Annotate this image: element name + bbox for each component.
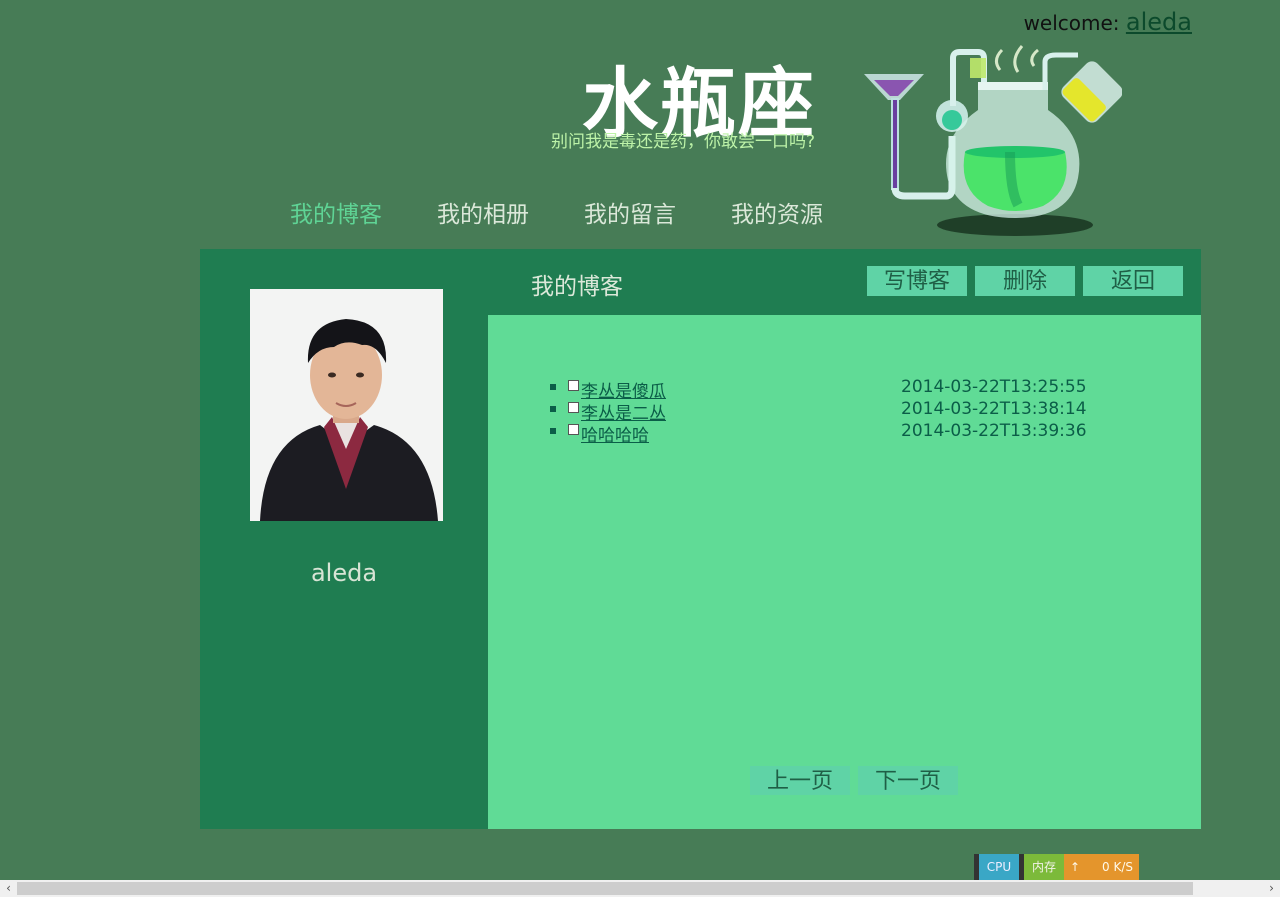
site-subtitle: 别问我是毒还是药，你敢尝一口吗? — [551, 132, 816, 152]
profile-name: aleda — [310, 559, 378, 587]
bullet-icon — [550, 428, 556, 434]
post-title-link[interactable]: 哈哈哈哈 — [581, 421, 649, 446]
list-item: 李丛是二丛 2014-03-22T13:38:14 — [550, 399, 1110, 424]
list-item: 哈哈哈哈 2014-03-22T13:39:36 — [550, 421, 1110, 446]
post-time: 2014-03-22T13:25:55 — [901, 377, 1087, 397]
chemistry-flask-logo — [864, 45, 1122, 236]
scroll-right-arrow-icon[interactable]: › — [1263, 880, 1280, 897]
write-blog-button[interactable]: 写博客 — [867, 266, 967, 296]
horizontal-scrollbar[interactable]: ‹ › — [0, 880, 1280, 897]
username-link[interactable]: aleda — [1126, 8, 1192, 36]
nav-item-resources[interactable]: 我的资源 — [731, 195, 823, 229]
avatar — [250, 289, 443, 521]
section-title: 我的博客 — [531, 274, 623, 300]
welcome-label: welcome: — [1023, 11, 1120, 35]
upload-speed: 0 K/S — [1102, 860, 1133, 874]
scroll-left-arrow-icon[interactable]: ‹ — [0, 880, 17, 897]
nav-item-messages[interactable]: 我的留言 — [584, 195, 676, 229]
bullet-icon — [550, 384, 556, 390]
nav-item-blog[interactable]: 我的博客 — [290, 195, 382, 229]
post-checkbox[interactable] — [568, 402, 579, 413]
nav-item-album[interactable]: 我的相册 — [437, 195, 529, 229]
content-header: 我的博客 写博客 删除 返回 — [488, 249, 1201, 315]
post-checkbox[interactable] — [568, 380, 579, 391]
bullet-icon — [550, 406, 556, 412]
prev-page-button[interactable]: 上一页 — [750, 766, 850, 795]
upload-arrow-icon: ↑ — [1070, 860, 1081, 874]
avatar-photo — [250, 289, 443, 521]
delete-button[interactable]: 删除 — [975, 266, 1075, 296]
sidebar: aleda — [200, 249, 488, 829]
scrollbar-thumb[interactable] — [17, 882, 1193, 895]
content-panel: 李丛是傻瓜 2014-03-22T13:25:55 李丛是二丛 2014-03-… — [488, 315, 1201, 829]
list-item: 李丛是傻瓜 2014-03-22T13:25:55 — [550, 377, 1110, 402]
memory-label: 内存 — [1031, 860, 1056, 874]
main-nav: 我的博客 我的相册 我的留言 我的资源 — [290, 195, 878, 229]
back-button[interactable]: 返回 — [1083, 266, 1183, 296]
cpu-label: CPU — [986, 860, 1012, 874]
welcome-text: welcome: aleda — [1024, 8, 1192, 36]
post-time: 2014-03-22T13:38:14 — [901, 399, 1087, 419]
next-page-button[interactable]: 下一页 — [858, 766, 958, 795]
post-checkbox[interactable] — [568, 424, 579, 435]
post-time: 2014-03-22T13:39:36 — [901, 421, 1087, 441]
post-list: 李丛是傻瓜 2014-03-22T13:25:55 李丛是二丛 2014-03-… — [550, 377, 1110, 446]
